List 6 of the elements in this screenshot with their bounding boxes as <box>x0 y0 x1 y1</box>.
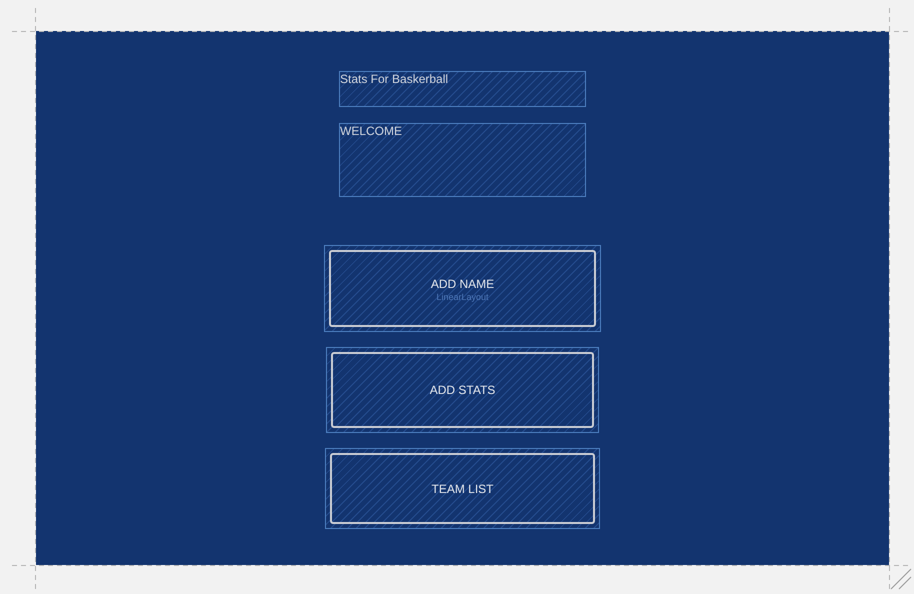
layout-button[interactable]: ADD STATS <box>331 352 594 428</box>
resize-handle-icon[interactable] <box>889 567 913 591</box>
layout-button[interactable]: ADD NAME LinearLayout <box>329 250 596 327</box>
text-view: Stats For Baskerball <box>339 71 586 107</box>
layout-button[interactable]: TEAM LIST <box>330 453 595 524</box>
text-view: WELCOME <box>339 123 586 197</box>
